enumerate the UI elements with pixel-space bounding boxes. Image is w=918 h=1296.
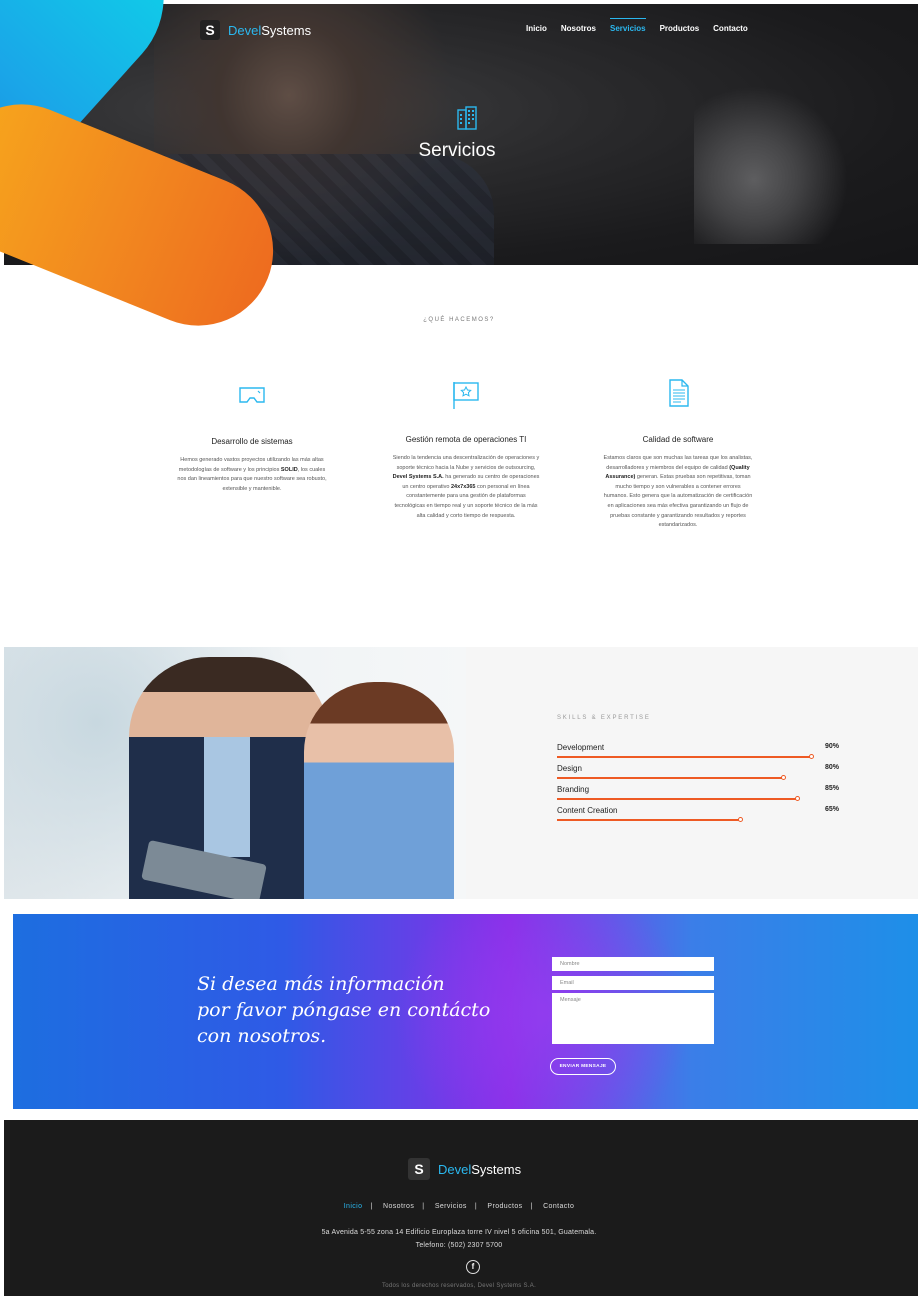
nav-item-inicio[interactable]: Inicio xyxy=(526,24,547,33)
skill-bar-content-creation: Content Creation 65% xyxy=(557,806,839,822)
footer-logo[interactable]: S DevelSystems xyxy=(408,1158,521,1180)
building-icon xyxy=(457,106,477,130)
skill-name: Design xyxy=(557,764,582,773)
service-card-calidad: Calidad de software Estamos claros que s… xyxy=(603,378,753,531)
nav-item-nosotros[interactable]: Nosotros xyxy=(561,24,596,33)
skill-handle xyxy=(808,754,814,759)
star-flag-icon xyxy=(453,382,479,409)
skill-handle xyxy=(780,775,786,780)
service-description: Siendo la tendencia una descentralizació… xyxy=(392,455,540,519)
logo-mark-icon: S xyxy=(200,20,220,40)
service-description: Hemos generado vastos proyectos utilizan… xyxy=(177,457,327,492)
footer-nav: Inicio | Nosotros | Servicios | Productos | … xyxy=(343,1203,575,1210)
logo-text: DevelSystems xyxy=(228,22,312,38)
skill-fill xyxy=(557,819,741,821)
skill-track xyxy=(557,796,839,801)
footer-nav-contacto[interactable]: Contacto xyxy=(543,1203,574,1210)
skill-handle xyxy=(794,796,800,801)
service-card-desarrollo: Desarrollo de sistemas Hemos generado va… xyxy=(177,382,327,494)
skill-percent: 80% xyxy=(824,764,839,771)
skill-name: Development xyxy=(557,743,605,752)
team-photo xyxy=(4,647,466,899)
service-title: Calidad de software xyxy=(642,435,714,444)
skill-percent: 90% xyxy=(824,743,839,750)
skill-bar-branding: Branding 85% xyxy=(557,785,839,801)
services-section-label: ¿QUÉ HACEMOS? xyxy=(423,317,495,323)
skill-name: Branding xyxy=(557,785,590,794)
page-title: Servicios xyxy=(418,140,496,161)
nav-item-servicios[interactable]: Servicios xyxy=(610,18,646,33)
skill-percent: 65% xyxy=(824,806,839,813)
skill-fill xyxy=(557,756,811,758)
skill-track xyxy=(557,775,839,780)
document-icon xyxy=(669,379,689,407)
service-description: Estamos claros que son muchas las tareas… xyxy=(603,455,753,529)
skill-name: Content Creation xyxy=(557,806,618,815)
team-photo-man-shirt xyxy=(204,737,250,857)
skill-bar-design: Design 80% xyxy=(557,764,839,780)
skill-track xyxy=(557,754,839,759)
name-field[interactable]: Nombre xyxy=(552,957,714,971)
footer-nav-servicios[interactable]: Servicios xyxy=(435,1203,467,1210)
service-title: Desarrollo de sistemas xyxy=(211,437,293,446)
footer-copyright: Todos los derechos reservados, Devel Sys… xyxy=(381,1283,537,1289)
skills-section-label: SKILLS & EXPERTISE xyxy=(557,715,651,721)
service-title: Gestión remota de operaciones TI xyxy=(405,435,527,444)
footer-address: 5a Avenida 5-55 zona 14 Edificio Europla… xyxy=(321,1229,597,1236)
skill-fill xyxy=(557,777,783,779)
vr-headset-icon xyxy=(239,387,265,403)
footer-nav-nosotros[interactable]: Nosotros xyxy=(383,1203,414,1210)
email-field[interactable]: Email xyxy=(552,976,714,990)
send-message-button[interactable]: ENVIAR MENSAJE xyxy=(550,1058,616,1075)
footer-nav-productos[interactable]: Productos xyxy=(487,1203,522,1210)
team-photo-woman xyxy=(304,682,454,899)
nav-item-contacto[interactable]: Contacto xyxy=(713,24,748,33)
main-nav: Inicio Nosotros Servicios Productos Cont… xyxy=(526,18,748,33)
facebook-icon[interactable]: f xyxy=(466,1260,480,1274)
footer-nav-inicio[interactable]: Inicio xyxy=(344,1203,363,1210)
message-field[interactable]: Mensaje xyxy=(552,993,714,1044)
nav-item-productos[interactable]: Productos xyxy=(660,24,700,33)
skill-bar-development: Development 90% xyxy=(557,743,839,759)
header-logo[interactable]: S DevelSystems xyxy=(200,20,311,40)
logo-mark-icon: S xyxy=(408,1158,430,1180)
contact-headline: Si desea más información por favor pónga… xyxy=(197,973,491,1047)
logo-text: DevelSystems xyxy=(438,1161,522,1177)
service-card-gestion: Gestión remota de operaciones TI Siendo … xyxy=(391,380,541,521)
skill-track xyxy=(557,817,839,822)
skill-fill xyxy=(557,798,797,800)
skill-percent: 85% xyxy=(824,785,839,792)
footer-phone: Telefono: (502) 2307 5700 xyxy=(415,1242,503,1249)
